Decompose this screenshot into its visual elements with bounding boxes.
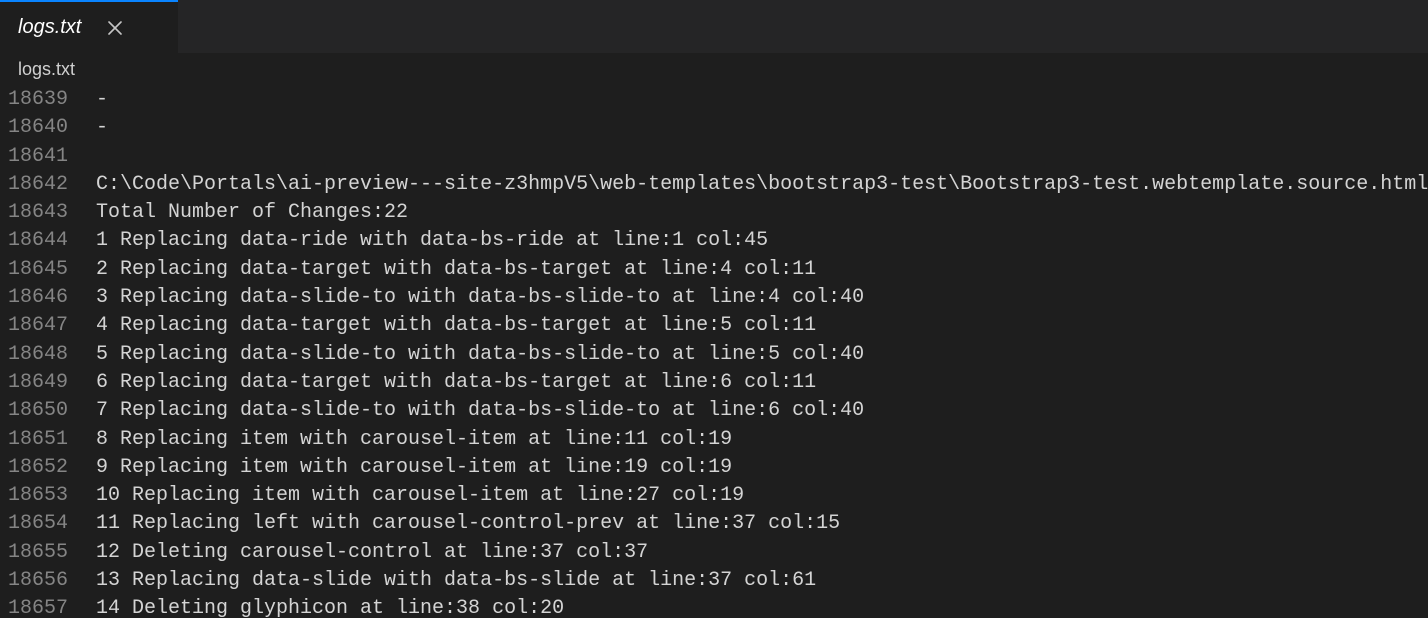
editor-line[interactable]: 186452 Replacing data-target with data-b… [0,256,1428,284]
line-content: 5 Replacing data-slide-to with data-bs-s… [96,341,864,369]
line-number: 18640 [0,114,96,142]
line-number: 18645 [0,256,96,284]
line-content: 6 Replacing data-target with data-bs-tar… [96,369,816,397]
line-number: 18654 [0,510,96,538]
editor-line[interactable]: 186463 Replacing data-slide-to with data… [0,284,1428,312]
breadcrumb: logs.txt [0,54,1428,84]
editor-line[interactable]: 186507 Replacing data-slide-to with data… [0,397,1428,425]
line-content: 11 Replacing left with carousel-control-… [96,510,840,538]
line-content: 13 Replacing data-slide with data-bs-sli… [96,567,816,595]
editor-area[interactable]: 18639-18640-1864118642C:\Code\Portals\ai… [0,84,1428,618]
line-content: 1 Replacing data-ride with data-bs-ride … [96,227,768,255]
line-number: 18639 [0,86,96,114]
editor-line[interactable]: 1865512 Deleting carousel-control at lin… [0,539,1428,567]
editor-line[interactable]: 1865411 Replacing left with carousel-con… [0,510,1428,538]
line-content: 4 Replacing data-target with data-bs-tar… [96,312,816,340]
line-number: 18641 [0,143,96,171]
editor-line[interactable]: 186441 Replacing data-ride with data-bs-… [0,227,1428,255]
line-number: 18657 [0,595,96,618]
line-content: 10 Replacing item with carousel-item at … [96,482,744,510]
line-number: 18647 [0,312,96,340]
editor-line[interactable]: 18639- [0,86,1428,114]
line-number: 18649 [0,369,96,397]
line-number: 18652 [0,454,96,482]
tab-label: logs.txt [18,16,81,39]
editor-line[interactable]: 186518 Replacing item with carousel-item… [0,426,1428,454]
tab-bar: logs.txt [0,0,1428,54]
line-content: 12 Deleting carousel-control at line:37 … [96,539,648,567]
line-number: 18644 [0,227,96,255]
editor-line[interactable]: 18642C:\Code\Portals\ai-preview---site-z… [0,171,1428,199]
tab-logs[interactable]: logs.txt [0,0,178,53]
editor-line[interactable]: 1865714 Deleting glyphicon at line:38 co… [0,595,1428,618]
line-content: 9 Replacing item with carousel-item at l… [96,454,732,482]
line-number: 18653 [0,482,96,510]
editor-line[interactable]: 18643Total Number of Changes:22 [0,199,1428,227]
close-icon[interactable] [105,18,125,38]
editor-line[interactable]: 186474 Replacing data-target with data-b… [0,312,1428,340]
line-content: 7 Replacing data-slide-to with data-bs-s… [96,397,864,425]
line-content: 14 Deleting glyphicon at line:38 col:20 [96,595,564,618]
line-content: - [96,114,108,142]
editor-line[interactable]: 186496 Replacing data-target with data-b… [0,369,1428,397]
editor-line[interactable]: 186485 Replacing data-slide-to with data… [0,341,1428,369]
line-number: 18655 [0,539,96,567]
line-number: 18642 [0,171,96,199]
line-number: 18656 [0,567,96,595]
line-content: - [96,86,108,114]
line-number: 18646 [0,284,96,312]
line-content: C:\Code\Portals\ai-preview---site-z3hmpV… [96,171,1428,199]
line-content: 3 Replacing data-slide-to with data-bs-s… [96,284,864,312]
line-number: 18643 [0,199,96,227]
editor-line[interactable]: 18640- [0,114,1428,142]
line-number: 18648 [0,341,96,369]
breadcrumb-filename[interactable]: logs.txt [18,59,75,80]
editor-line[interactable]: 18641 [0,143,1428,171]
editor-line[interactable]: 1865613 Replacing data-slide with data-b… [0,567,1428,595]
line-content: 8 Replacing item with carousel-item at l… [96,426,732,454]
line-content: Total Number of Changes:22 [96,199,408,227]
line-number: 18650 [0,397,96,425]
editor-line[interactable]: 1865310 Replacing item with carousel-ite… [0,482,1428,510]
line-number: 18651 [0,426,96,454]
line-content: 2 Replacing data-target with data-bs-tar… [96,256,816,284]
editor-line[interactable]: 186529 Replacing item with carousel-item… [0,454,1428,482]
